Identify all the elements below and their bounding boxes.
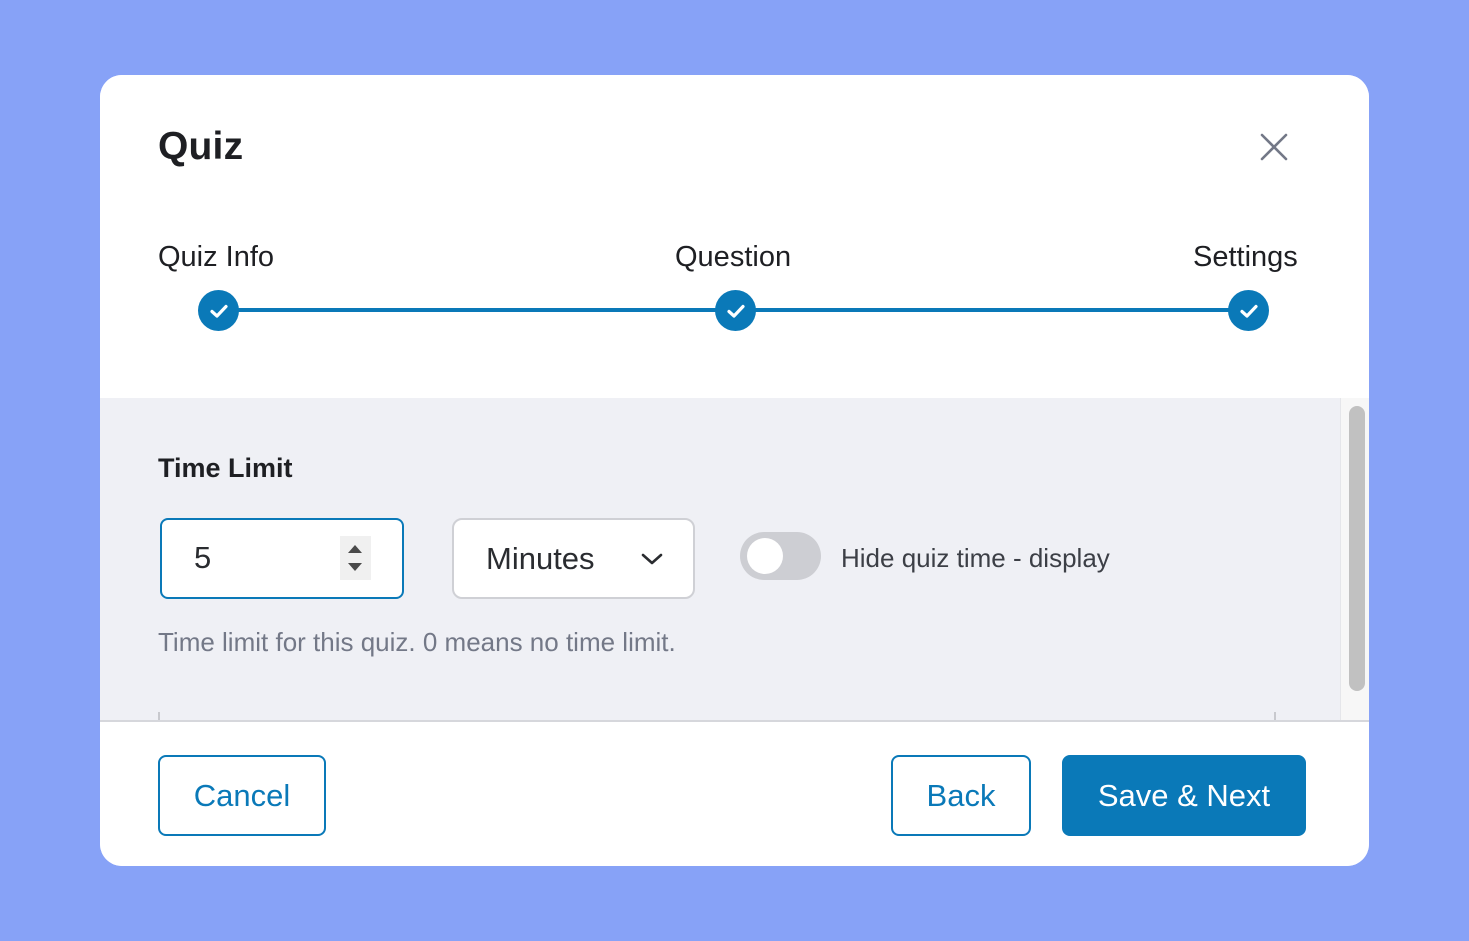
save-next-button[interactable]: Save & Next [1062, 755, 1306, 836]
time-limit-input[interactable]: 5 [160, 518, 404, 599]
step-question[interactable] [715, 290, 756, 331]
time-limit-value[interactable]: 5 [194, 540, 211, 576]
check-icon [209, 304, 228, 318]
hide-quiz-time-toggle[interactable] [740, 532, 821, 580]
modal-header: Quiz Quiz Info Question Settings [100, 75, 1369, 398]
progress-stepper: Quiz Info Question Settings [100, 235, 1369, 355]
close-button[interactable] [1256, 129, 1292, 165]
toggle-knob [747, 538, 783, 574]
step-settings[interactable] [1228, 290, 1269, 331]
settings-panel: Time Limit 5 Minutes Hide quiz time - di… [100, 398, 1340, 721]
time-unit-select[interactable]: Minutes [452, 518, 695, 599]
step-label-settings: Settings [1193, 241, 1298, 273]
modal-footer: Cancel Back Save & Next [100, 720, 1369, 866]
time-limit-help-text: Time limit for this quiz. 0 means no tim… [158, 627, 676, 657]
quiz-modal: Quiz Quiz Info Question Settings Time Li… [100, 75, 1369, 866]
step-label-question: Question [675, 241, 792, 273]
scrollbar-thumb[interactable] [1349, 406, 1365, 691]
number-spinner[interactable] [340, 536, 371, 580]
close-icon [1260, 133, 1288, 161]
time-limit-heading: Time Limit [158, 453, 293, 483]
time-unit-selected: Minutes [486, 541, 595, 576]
check-icon [726, 304, 745, 318]
increment-arrow-icon[interactable] [348, 545, 362, 553]
back-button[interactable]: Back [891, 755, 1031, 836]
hide-quiz-time-label: Hide quiz time - display [841, 543, 1110, 573]
step-quiz-info[interactable] [198, 290, 239, 331]
chevron-down-icon [641, 553, 663, 565]
check-icon [1239, 304, 1258, 318]
cancel-button[interactable]: Cancel [158, 755, 326, 836]
decrement-arrow-icon[interactable] [348, 563, 362, 571]
vertical-scrollbar[interactable] [1340, 398, 1369, 721]
step-label-quiz-info: Quiz Info [158, 241, 275, 273]
modal-title: Quiz [158, 125, 244, 168]
